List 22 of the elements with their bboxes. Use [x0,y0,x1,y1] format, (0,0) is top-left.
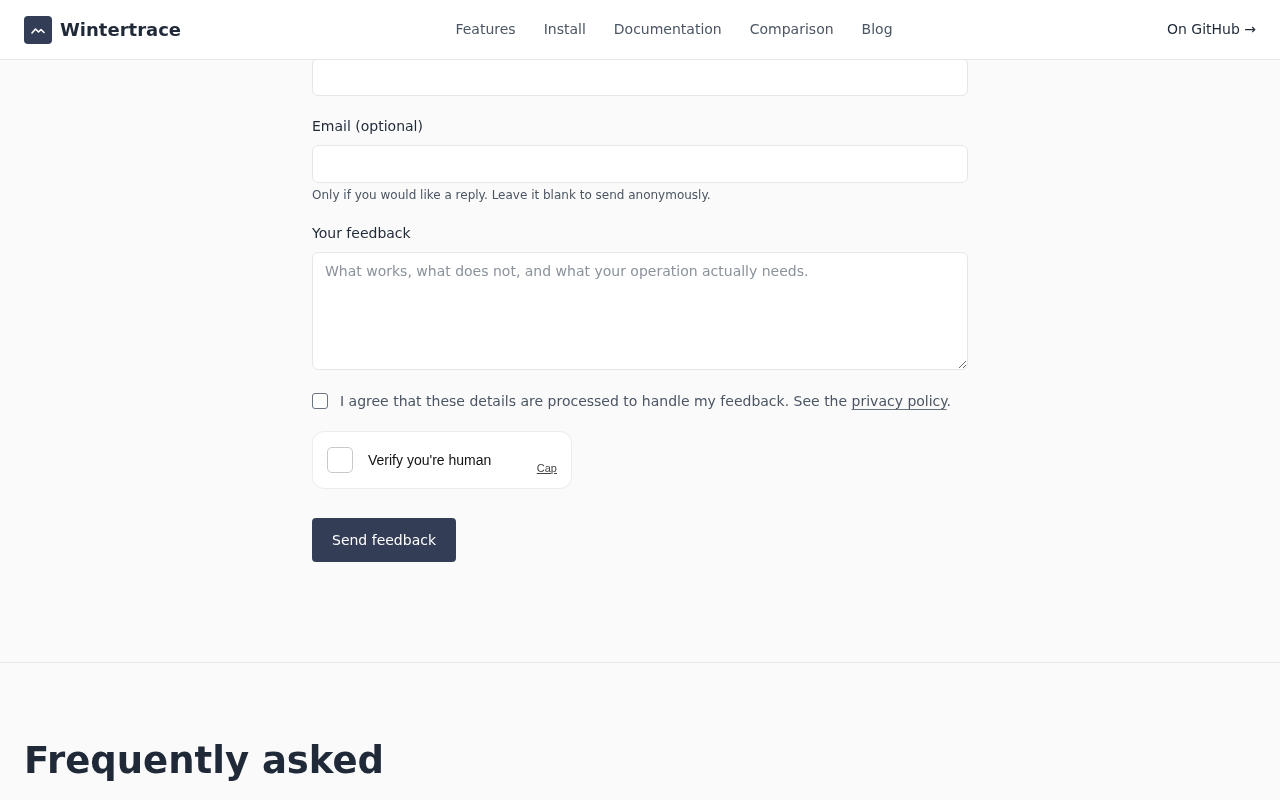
nav-link[interactable]: Documentation [613,19,722,40]
logo-icon [24,15,52,44]
nav-link[interactable]: Blog [861,19,893,40]
captcha-label: Verify you're human [368,450,492,470]
checkbox[interactable] [327,447,353,473]
captcha-brand-link[interactable]: Cap [536,461,557,475]
input-field[interactable] [312,58,968,96]
field-label: Your feedback [312,224,412,243]
nav-link[interactable]: Comparison [749,19,834,40]
brand-name[interactable]: Wintertrace [60,16,182,43]
consent-text: I agree that these details are processed to handle my feedback. See the privacy policy. [340,392,952,411]
faq-heading: Frequently asked [24,739,386,783]
github-link[interactable]: On GitHub → [1166,19,1256,40]
send-feedback-button[interactable]: Send feedback [312,518,457,562]
field-label: Email (optional) [312,117,424,136]
input-field[interactable] [312,145,968,183]
textarea-field[interactable]: What works, what does not, and what your operation actually needs. [312,252,968,370]
nav-link[interactable]: Install [543,19,586,40]
field-hint: Only if you would like a reply. Leave it blank to send anonymously. [312,187,712,203]
privacy-policy-link[interactable]: privacy policy [851,393,947,409]
nav-link[interactable]: Features [455,19,516,40]
checkbox[interactable] [312,393,328,409]
